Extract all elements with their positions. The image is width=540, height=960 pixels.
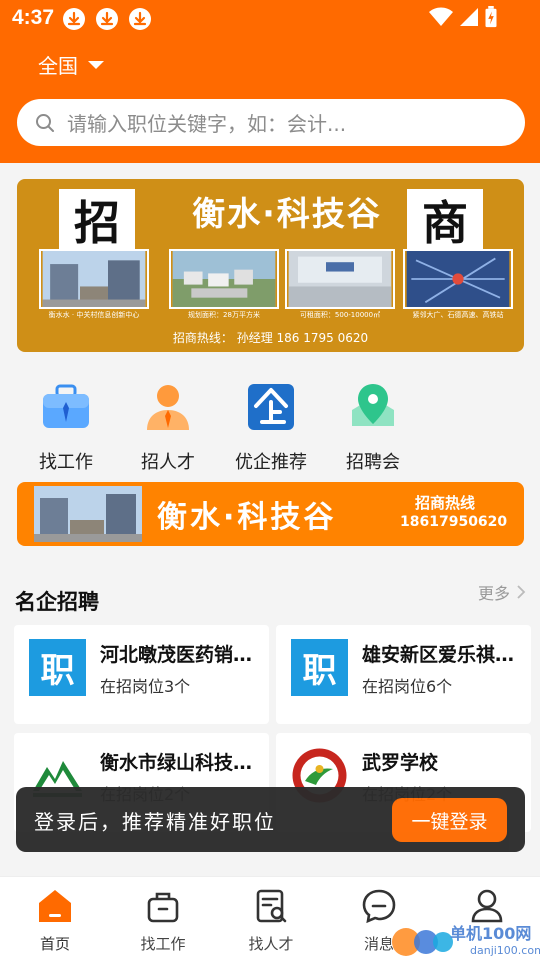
battery-icon	[485, 6, 497, 28]
company-name: 雄安新区爱乐祺教育科技	[362, 644, 524, 666]
more-link[interactable]: 更多	[478, 580, 526, 604]
category-featured-enterprise[interactable]: 优企推荐	[221, 380, 321, 474]
category-label: 招聘会	[346, 452, 400, 473]
banner-caption: 紧邻大广、石德高速、高铁站	[412, 311, 504, 319]
category-find-job[interactable]: 找工作	[16, 380, 116, 474]
toast-message: 登录后，推荐精准好职位	[34, 810, 276, 834]
city-selector[interactable]: 全国	[38, 50, 104, 79]
lobby-photo	[285, 249, 395, 309]
job-count: 在招岗位6个	[362, 677, 453, 696]
tab-label: 找工作	[140, 935, 186, 953]
category-label: 找工作	[39, 452, 93, 473]
category-find-talent[interactable]: 招人才	[118, 380, 218, 474]
promo-banner-secondary[interactable]: 衡水·科技谷 招商热线 18617950620	[17, 482, 524, 546]
signal-icon	[460, 8, 478, 26]
enterprise-icon	[248, 384, 294, 430]
banner-hotline: 招商热线： 孙经理 186 1795 0620	[172, 331, 369, 345]
section-title: 名企招聘	[15, 590, 99, 614]
banner-caption: 衡水水 · 中关村信息创新中心	[48, 311, 140, 319]
status-time: 4:37	[12, 6, 55, 29]
company-card[interactable]: 职 雄安新区爱乐祺教育科技 在招岗位6个	[276, 625, 531, 724]
category-shortcuts: 找工作 招人才 优企推荐 招聘会	[0, 380, 540, 473]
city-label: 全国	[38, 54, 78, 78]
category-label: 优企推荐	[235, 452, 307, 473]
company-logo: 职	[291, 639, 348, 696]
watermark-text: 单机100网	[450, 924, 532, 943]
briefcase-icon	[43, 384, 89, 428]
person-icon	[147, 385, 189, 430]
tab-find-talent[interactable]: 找人才	[221, 887, 321, 954]
banner-title: 衡水·科技谷	[192, 194, 382, 233]
map-photo	[403, 249, 513, 309]
building-photo	[34, 486, 142, 542]
company-card[interactable]: 职 河北暾茂医药销售有限公司 在招岗位3个	[14, 625, 269, 724]
banner-hotline-label: 招商热线	[415, 494, 476, 512]
banner-char-left: 招	[59, 189, 135, 251]
watermark-url: danji100.com	[470, 944, 540, 957]
chevron-right-icon	[517, 585, 526, 599]
banner-caption: 可租面积：500-10000㎡	[299, 311, 381, 319]
promo-banner-main[interactable]: 招 商 衡水·科技谷 衡水水 · 中关村信息创新中心 规划面积：28万平方米 可…	[17, 179, 524, 352]
company-name: 河北暾茂医药销售有限公司	[100, 644, 262, 666]
resume-search-icon	[256, 889, 287, 923]
caret-down-icon	[88, 60, 104, 69]
bag-icon	[147, 892, 179, 923]
login-prompt-toast: 登录后，推荐精准好职位 一键登录	[16, 787, 525, 852]
download-icon	[63, 8, 85, 30]
search-bar[interactable]: 请输入职位关键字，如：会计...	[17, 99, 525, 146]
category-label: 招人才	[141, 452, 195, 473]
banner-caption: 规划面积：28万平方米	[188, 311, 260, 319]
more-label: 更多	[478, 584, 511, 603]
banner-hotline-number: 18617950620	[400, 514, 508, 530]
banner-title: 衡水·科技谷	[157, 500, 337, 535]
one-tap-login-button[interactable]: 一键登录	[392, 798, 507, 842]
search-icon	[36, 113, 54, 132]
company-name: 衡水市绿山科技有限公司	[100, 752, 262, 774]
search-input[interactable]: 请输入职位关键字，如：会计...	[67, 108, 346, 137]
company-name: 武罗学校	[362, 752, 439, 774]
category-job-fair[interactable]: 招聘会	[323, 380, 423, 474]
download-icon	[96, 8, 118, 30]
tab-home[interactable]: 首页	[5, 887, 105, 954]
banner-char-right: 商	[407, 189, 483, 251]
location-pin-icon	[352, 384, 394, 426]
download-icon	[129, 8, 151, 30]
home-icon	[39, 890, 71, 922]
company-logo: 职	[29, 639, 86, 696]
tab-label: 首页	[39, 935, 70, 953]
wifi-icon	[429, 7, 453, 26]
tab-label: 找人才	[248, 935, 294, 953]
job-count: 在招岗位3个	[100, 677, 191, 696]
building-photo	[39, 249, 149, 309]
aerial-photo	[169, 249, 279, 309]
status-bar: 4:37	[0, 0, 540, 36]
tab-find-job[interactable]: 找工作	[113, 887, 213, 954]
